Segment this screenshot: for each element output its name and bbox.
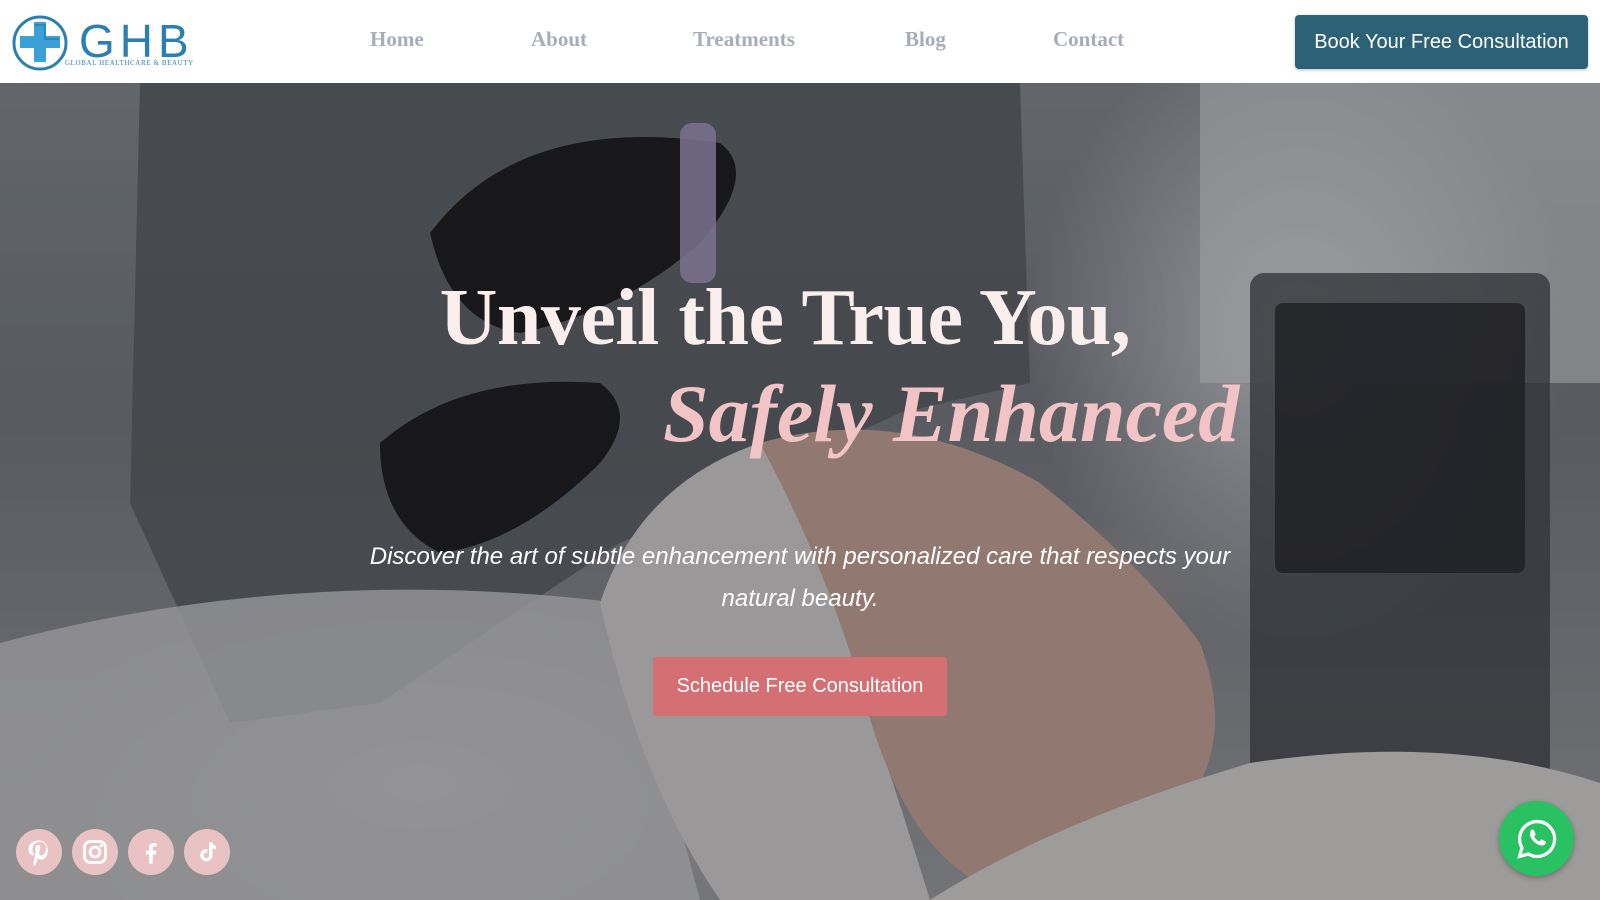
whatsapp-chat-button[interactable] (1499, 801, 1574, 876)
hero-section: Unveil the True You, Safely Enhanced Dis… (0, 83, 1600, 900)
whatsapp-icon (1516, 819, 1556, 859)
main-nav: Home About Treatments Blog Contact (0, 0, 1270, 83)
site-header: GHB Global Healthcare & Beauty Home Abou… (0, 0, 1600, 83)
hero-headline-line1: Unveil the True You, (439, 274, 1131, 362)
instagram-icon[interactable] (72, 829, 118, 875)
hero-subtext: Discover the art of subtle enhancement w… (369, 543, 1231, 612)
pinterest-icon[interactable] (16, 829, 62, 875)
nav-blog[interactable]: Blog (905, 27, 946, 52)
nav-treatments[interactable]: Treatments (693, 27, 795, 52)
nav-about[interactable]: About (531, 27, 587, 52)
hero-headline: Unveil the True You, (0, 273, 1600, 364)
nav-home[interactable]: Home (370, 27, 424, 52)
nav-contact[interactable]: Contact (1053, 27, 1124, 52)
hero-dark-overlay (0, 83, 1600, 900)
tiktok-icon[interactable] (184, 829, 230, 875)
book-consultation-button[interactable]: Book Your Free Consultation (1295, 15, 1588, 69)
facebook-icon[interactable] (128, 829, 174, 875)
hero-headline-line2: Safely Enhanced (663, 368, 1240, 459)
schedule-consultation-button[interactable]: Schedule Free Consultation (653, 657, 947, 716)
